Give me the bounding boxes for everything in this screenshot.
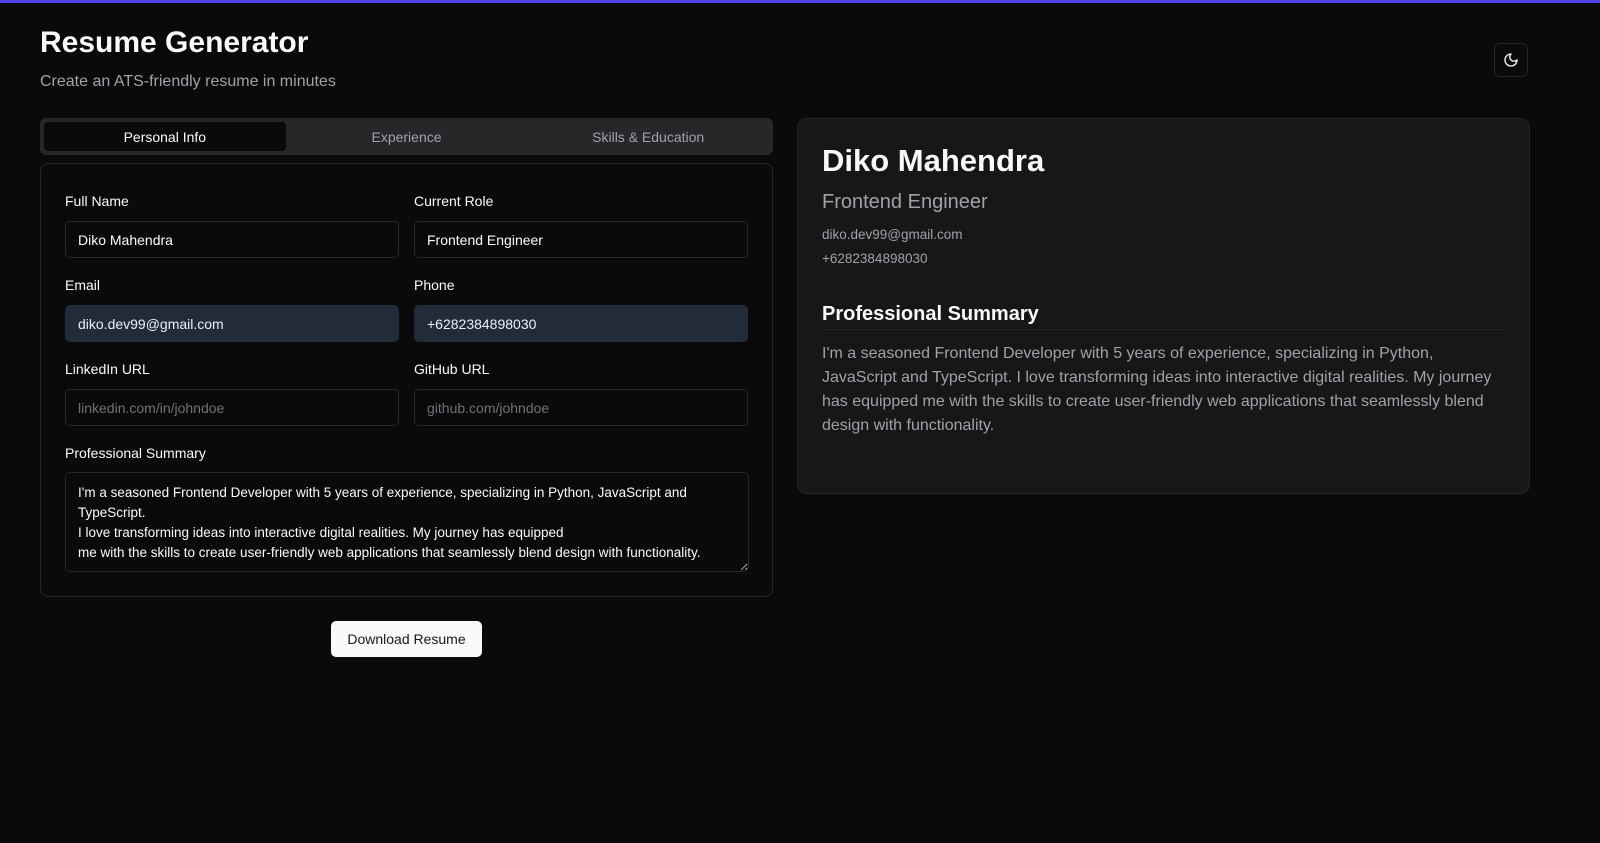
preview-phone: +6282384898030 [822, 251, 928, 266]
github-input[interactable] [414, 389, 748, 426]
email-input[interactable] [65, 305, 399, 342]
page-title: Resume Generator [40, 26, 309, 59]
current-role-input[interactable] [414, 221, 748, 258]
theme-toggle-button[interactable] [1494, 43, 1528, 77]
personal-info-form: Full Name Current Role Email Phone Linke… [40, 163, 773, 597]
form-tabs: Personal Info Experience Skills & Educat… [40, 118, 773, 155]
summary-textarea[interactable]: I'm a seasoned Frontend Developer with 5… [65, 472, 749, 572]
current-role-label: Current Role [414, 193, 494, 209]
preview-role: Frontend Engineer [822, 191, 988, 213]
preview-summary-text: I'm a seasoned Frontend Developer with 5… [822, 345, 1492, 434]
email-label: Email [65, 277, 101, 293]
tab-skills-education[interactable]: Skills & Education [527, 122, 769, 151]
preview-summary-heading: Professional Summary [822, 303, 1506, 330]
github-label: GitHub URL [414, 361, 490, 377]
summary-label: Professional Summary [65, 445, 206, 461]
download-resume-button[interactable]: Download Resume [331, 621, 482, 657]
accent-bar [0, 0, 1600, 3]
tab-personal-info[interactable]: Personal Info [44, 122, 286, 151]
phone-input[interactable] [414, 305, 748, 342]
page-subtitle: Create an ATS-friendly resume in minutes [40, 73, 336, 90]
linkedin-input[interactable] [65, 389, 399, 426]
preview-email: diko.dev99@gmail.com [822, 227, 963, 242]
full-name-label: Full Name [65, 193, 129, 209]
moon-icon [1504, 53, 1518, 67]
linkedin-label: LinkedIn URL [65, 361, 150, 377]
full-name-input[interactable] [65, 221, 399, 258]
resume-preview: Diko Mahendra Frontend Engineer diko.dev… [797, 118, 1530, 494]
preview-name: Diko Mahendra [822, 143, 1045, 178]
tab-experience[interactable]: Experience [286, 122, 528, 151]
phone-label: Phone [414, 277, 455, 293]
